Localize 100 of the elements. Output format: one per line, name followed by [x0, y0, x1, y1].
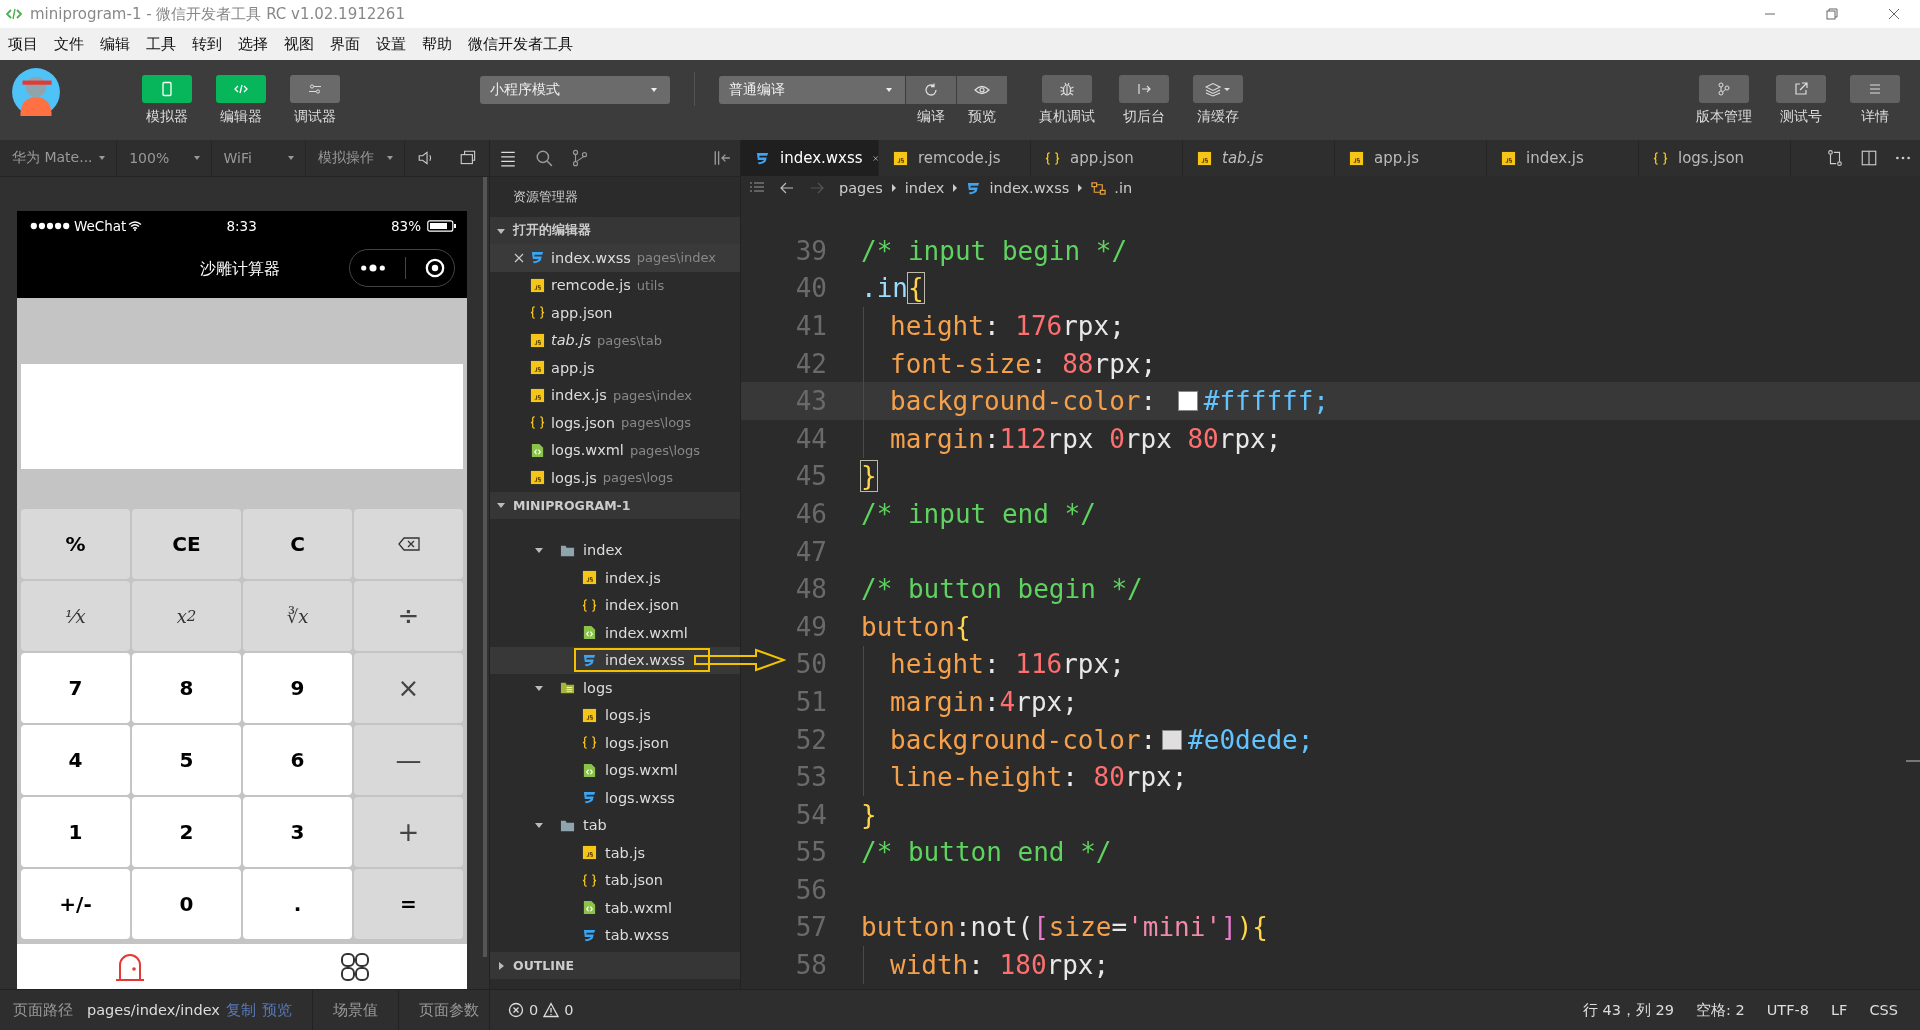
open-editor-item[interactable]: tab.js pages\tab: [490, 326, 740, 354]
open-editor-item[interactable]: index.js pages\index: [490, 381, 740, 409]
calculator-key[interactable]: 9: [243, 653, 352, 723]
menu-item[interactable]: 文件: [54, 34, 84, 54]
tree-item[interactable]: index: [490, 536, 740, 564]
collapse-panel-icon[interactable]: [713, 149, 731, 167]
tree-item[interactable]: index.js: [490, 564, 740, 592]
menu-item[interactable]: 帮助: [422, 34, 452, 54]
display-field[interactable]: [21, 364, 463, 469]
tree-item[interactable]: logs.js: [490, 701, 740, 729]
tree-item[interactable]: logs: [490, 674, 740, 702]
calculator-key[interactable]: ×: [354, 653, 463, 723]
list-icon[interactable]: [499, 149, 517, 167]
operation-dropdown[interactable]: 模拟操作: [305, 140, 406, 176]
open-editor-item[interactable]: remcode.js utils: [490, 271, 740, 299]
menu-item[interactable]: 设置: [376, 34, 406, 54]
menu-item[interactable]: 界面: [330, 34, 360, 54]
tree-item[interactable]: tab.json: [490, 866, 740, 894]
grid-icon[interactable]: [338, 950, 371, 983]
calculator-key[interactable]: 1: [21, 797, 130, 867]
section-header[interactable]: MINIPROGRAM-1: [490, 491, 740, 519]
calculator-key[interactable]: 3: [243, 797, 352, 867]
close-icon[interactable]: [1888, 8, 1900, 20]
editor-tab[interactable]: logs.json: [1639, 140, 1791, 176]
calculator-key[interactable]: 5: [132, 725, 241, 795]
editor-tab[interactable]: tab.js: [1183, 140, 1335, 176]
tree-item[interactable]: logs.json: [490, 729, 740, 757]
menu-item[interactable]: 选择: [238, 34, 268, 54]
calculator-key[interactable]: C: [243, 509, 352, 579]
tree-item[interactable]: index.wxss: [490, 646, 740, 674]
tree-item[interactable]: tab.wxss: [490, 921, 740, 949]
section-header[interactable]: 打开的编辑器: [490, 217, 740, 244]
windows-icon[interactable]: [459, 149, 477, 167]
status-item[interactable]: CSS: [1869, 1002, 1898, 1018]
calculator-key[interactable]: %: [21, 509, 130, 579]
menu-item[interactable]: 微信开发者工具: [468, 34, 573, 54]
calculator-key[interactable]: CE: [132, 509, 241, 579]
editor-tab[interactable]: index.wxss: [741, 140, 879, 176]
calculator-key[interactable]: ÷: [354, 581, 463, 651]
calculator-key[interactable]: =: [354, 869, 463, 939]
calculator-key[interactable]: 2: [132, 797, 241, 867]
calculator-key[interactable]: ¹⁄x: [21, 581, 130, 651]
calculator-key[interactable]: ∛x: [243, 581, 352, 651]
editor-tab[interactable]: remcode.js: [879, 140, 1031, 176]
tree-item[interactable]: tab.js: [490, 839, 740, 867]
menu-item[interactable]: 视图: [284, 34, 314, 54]
status-item[interactable]: 空格: 2: [1696, 1000, 1745, 1020]
calculator-key[interactable]: 4: [21, 725, 130, 795]
calculator-key[interactable]: 0: [132, 869, 241, 939]
menu-item[interactable]: 工具: [146, 34, 176, 54]
compile-mode-dropdown[interactable]: 普通编译: [719, 76, 905, 104]
compare-icon[interactable]: [1826, 149, 1844, 167]
breadcrumb-item[interactable]: .in: [1114, 180, 1133, 196]
back-arrow-icon[interactable]: [779, 180, 795, 196]
tree-item[interactable]: index.wxml: [490, 619, 740, 647]
menu-item[interactable]: 转到: [192, 34, 222, 54]
search-icon[interactable]: [535, 149, 553, 167]
status-item[interactable]: LF: [1831, 1002, 1848, 1018]
open-editor-item[interactable]: app.js: [490, 354, 740, 382]
tree-item[interactable]: index.json: [490, 591, 740, 619]
menu-item[interactable]: 编辑: [100, 34, 130, 54]
open-editor-item[interactable]: index.wxss pages\index: [490, 244, 740, 272]
calculator-key[interactable]: 6: [243, 725, 352, 795]
status-item[interactable]: 行 43，列 29: [1582, 1000, 1674, 1020]
network-dropdown[interactable]: WiFi: [211, 140, 306, 176]
status-item[interactable]: UTF-8: [1766, 1002, 1810, 1018]
avatar-icon[interactable]: [10, 66, 62, 118]
target-icon[interactable]: [424, 258, 445, 278]
restore-icon[interactable]: [1826, 8, 1838, 20]
tree-item[interactable]: logs.wxss: [490, 784, 740, 812]
calculator-key[interactable]: .: [243, 869, 352, 939]
more-icon[interactable]: [359, 264, 386, 272]
device-dropdown[interactable]: 华为 Mate...: [0, 140, 118, 176]
zoom-dropdown[interactable]: 100%: [117, 140, 212, 176]
branch-icon[interactable]: [571, 149, 589, 167]
calculator-key[interactable]: 7: [21, 653, 130, 723]
open-editor-item[interactable]: logs.json pages\logs: [490, 409, 740, 437]
breadcrumb-item[interactable]: index: [904, 180, 945, 196]
scene-button[interactable]: 场景值: [332, 1000, 378, 1020]
editor-tab[interactable]: index.js: [1487, 140, 1639, 176]
toolbar-button[interactable]: 版本管理: [1696, 75, 1752, 126]
menu-item[interactable]: 项目: [8, 34, 38, 54]
open-editor-item[interactable]: app.json: [490, 299, 740, 327]
editor-tab[interactable]: app.js: [1335, 140, 1487, 176]
open-editor-item[interactable]: logs.js pages\logs: [490, 464, 740, 492]
section-header[interactable]: OUTLINE: [490, 952, 740, 979]
mode-dropdown[interactable]: 小程序模式: [480, 76, 670, 104]
editor-tab[interactable]: app.json: [1031, 140, 1183, 176]
calculator-key[interactable]: +: [354, 797, 463, 867]
toolbar-button[interactable]: 真机调试: [1039, 75, 1095, 126]
calculator-key[interactable]: +/-: [21, 869, 130, 939]
open-editor-item[interactable]: logs.wxml pages\logs: [490, 436, 740, 464]
split-editor-icon[interactable]: [1860, 149, 1878, 167]
breadcrumb-item[interactable]: pages: [839, 180, 883, 196]
tree-item[interactable]: tab.wxml: [490, 894, 740, 922]
calculator-key[interactable]: 8: [132, 653, 241, 723]
calculator-key[interactable]: —: [354, 725, 463, 795]
tree-item[interactable]: tab: [490, 811, 740, 839]
tree-item[interactable]: logs.wxml: [490, 756, 740, 784]
params-button[interactable]: 页面参数: [418, 1000, 479, 1020]
